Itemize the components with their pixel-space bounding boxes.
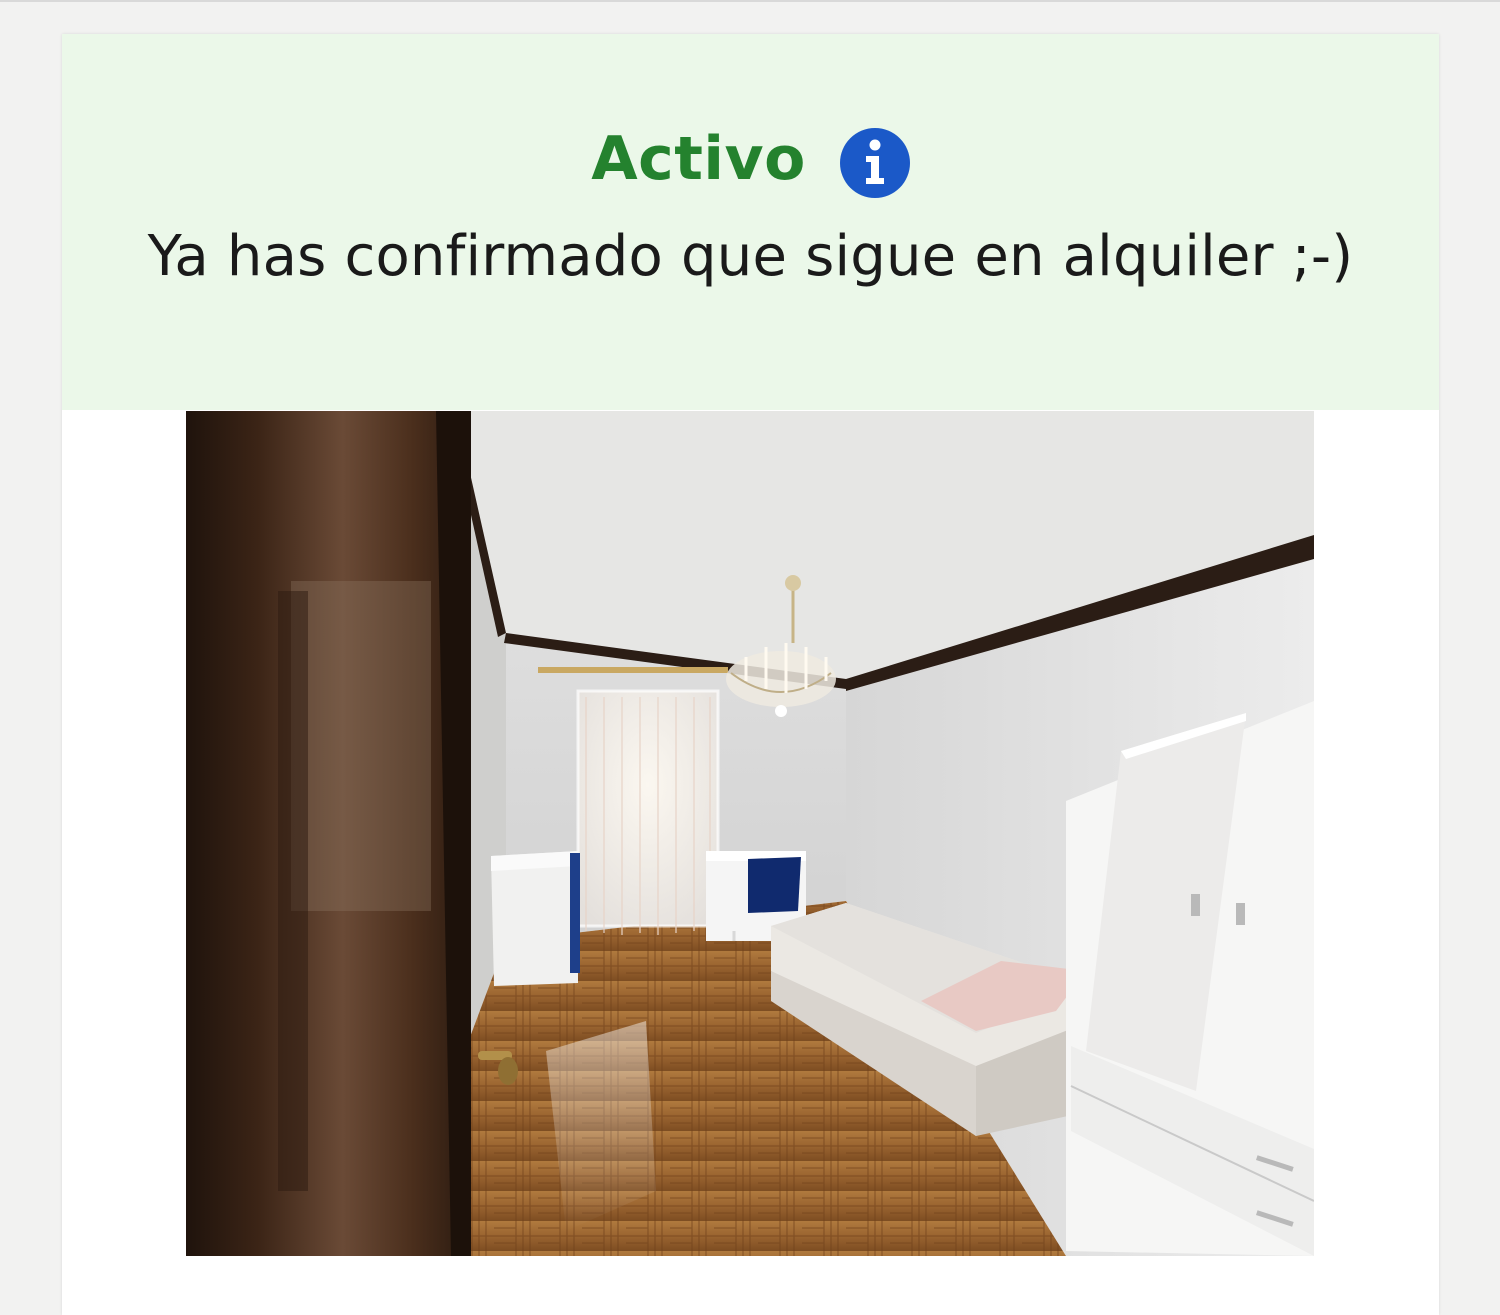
status-title: Activo: [591, 124, 806, 194]
status-header: Activo: [62, 122, 1439, 198]
listing-card: Activo Ya has confirmado que sigue en al…: [62, 34, 1439, 1315]
status-message: Ya has confirmado que sigue en alquiler …: [147, 224, 1354, 289]
status-panel: Activo Ya has confirmado que sigue en al…: [62, 34, 1439, 410]
top-divider: [0, 0, 1500, 2]
info-icon[interactable]: [839, 128, 910, 198]
listing-photo[interactable]: [186, 411, 1314, 1256]
